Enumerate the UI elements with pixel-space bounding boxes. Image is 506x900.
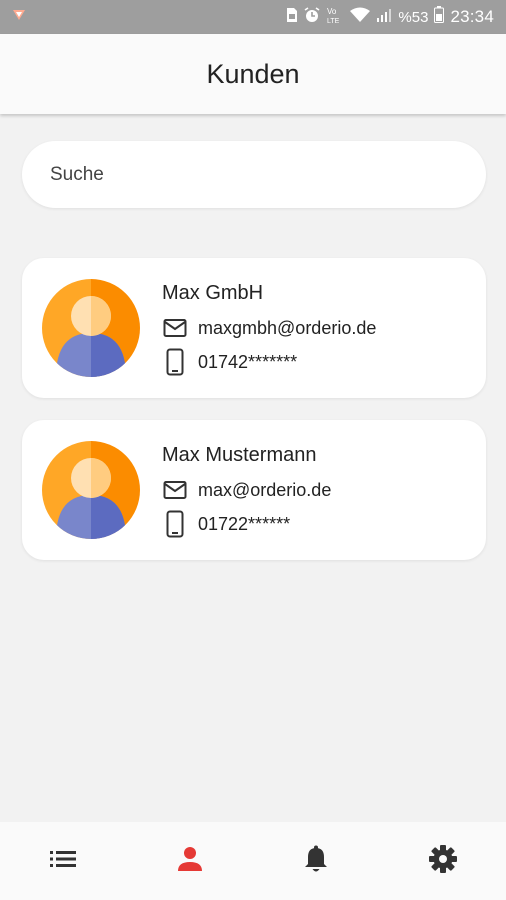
customer-card[interactable]: Max GmbH maxgmbh@orderio.de 01742******* — [22, 258, 486, 398]
avatar — [42, 441, 140, 539]
customer-phone: 01742******* — [198, 351, 298, 372]
volte-icon: Vo LTE — [326, 6, 344, 29]
customer-email-row[interactable]: maxgmbh@orderio.de — [162, 315, 376, 341]
nav-settings[interactable] — [380, 822, 506, 900]
customer-name: Max GmbH — [162, 282, 264, 304]
phone-icon — [162, 348, 188, 376]
nav-notifications[interactable] — [253, 822, 379, 900]
nav-orders[interactable] — [0, 822, 126, 900]
list-icon — [50, 850, 77, 873]
page-title: Kunden — [206, 58, 300, 89]
alarm-icon — [304, 6, 320, 28]
sim-icon — [286, 7, 298, 28]
bell-icon — [304, 845, 328, 878]
signal-icon — [376, 7, 392, 28]
customer-name: Max Mustermann — [162, 444, 317, 466]
avatar — [42, 279, 140, 377]
customer-phone: 01722****** — [198, 513, 291, 534]
nav-customers[interactable] — [127, 822, 253, 900]
bottom-navigation — [0, 822, 506, 900]
svg-text:LTE: LTE — [327, 18, 340, 24]
phone-icon — [162, 510, 188, 538]
status-bar: Vo LTE %53 23:34 — [0, 0, 506, 34]
customer-email: max@orderio.de — [198, 479, 332, 500]
customer-email-row[interactable]: max@orderio.de — [162, 477, 331, 503]
app-bar: Kunden — [0, 34, 506, 114]
mail-icon — [162, 477, 188, 503]
mail-icon — [162, 315, 188, 341]
clock: 23:34 — [450, 7, 494, 26]
battery-percentage: %53 — [398, 8, 429, 26]
customer-card[interactable]: Max Mustermann max@orderio.de 01722*****… — [22, 420, 486, 560]
search-input[interactable] — [50, 163, 486, 186]
app-notification-icon — [12, 8, 26, 26]
battery-icon — [434, 6, 445, 28]
search-bar[interactable] — [22, 141, 486, 208]
gear-icon — [428, 844, 457, 878]
person-icon — [177, 846, 203, 877]
customer-phone-row[interactable]: 01742******* — [162, 348, 298, 376]
svg-text:Vo: Vo — [327, 7, 337, 16]
wifi-icon — [350, 7, 371, 28]
customer-email: maxgmbh@orderio.de — [198, 317, 377, 338]
customer-phone-row[interactable]: 01722****** — [162, 510, 291, 538]
